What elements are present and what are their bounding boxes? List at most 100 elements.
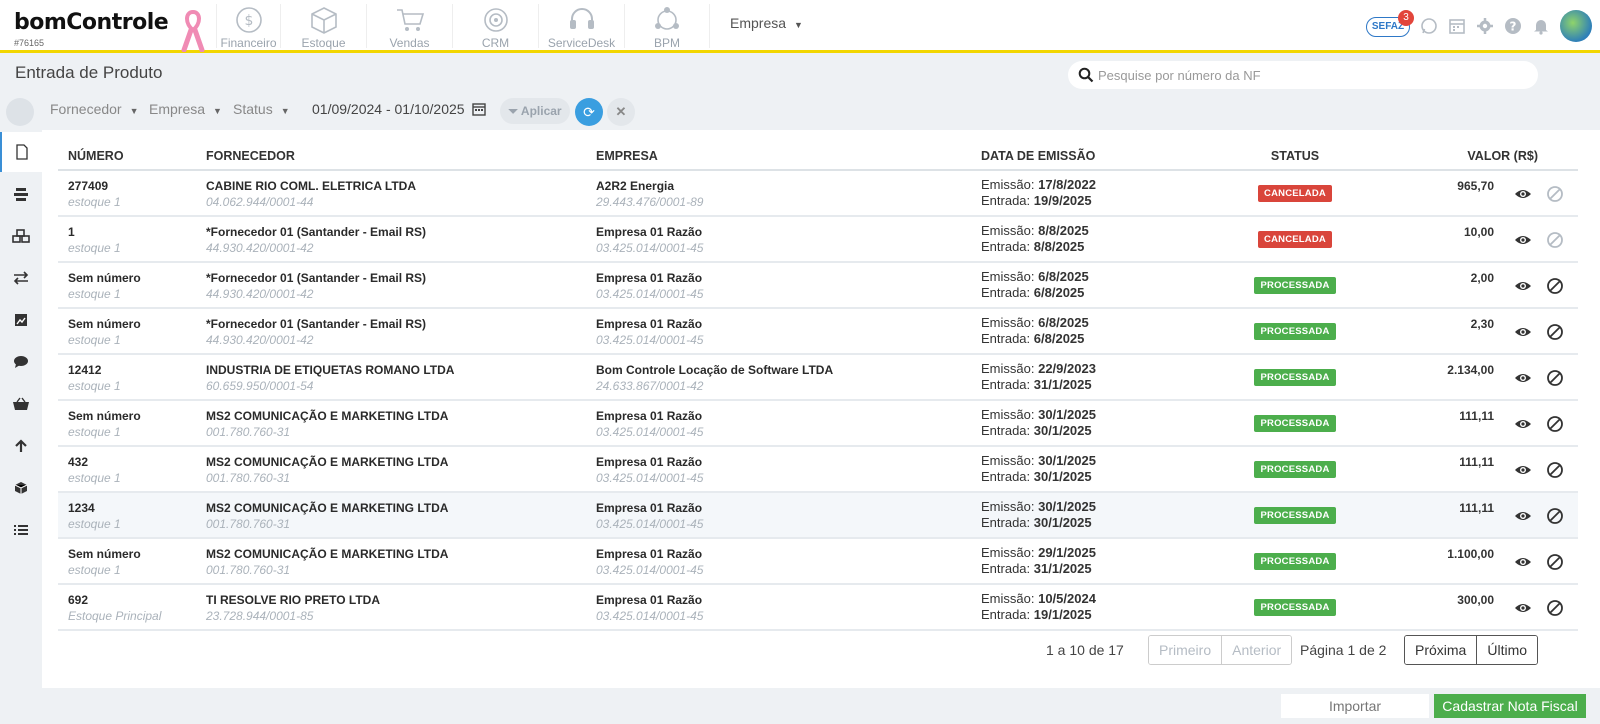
table-row[interactable]: 1 estoque 1 *Fornecedor 01 (Santander - Em… — [58, 216, 1578, 263]
search-icon — [1078, 67, 1094, 83]
sidebar-item-package[interactable] — [0, 468, 42, 508]
cancel-ban-icon[interactable] — [1546, 185, 1564, 203]
date-range-picker[interactable]: 01/09/2024 - 01/10/2025 — [312, 101, 487, 117]
entry-date-label: Entrada: — [981, 285, 1031, 300]
header-data-emissao[interactable]: DATA DE EMISSÃO — [971, 142, 1221, 171]
nav-estoque[interactable]: Estoque — [280, 4, 366, 50]
header-numero[interactable]: NÚMERO — [58, 142, 196, 171]
table-row[interactable]: Sem número estoque 1 MS2 COMUNICAÇÃO E MAR… — [58, 538, 1578, 585]
refresh-button[interactable]: ⟳ — [575, 98, 603, 126]
page-indicator: Página 1 de 2 — [1300, 642, 1387, 658]
gear-icon[interactable] — [1476, 17, 1494, 35]
view-eye-icon[interactable] — [1514, 461, 1532, 479]
view-eye-icon[interactable] — [1514, 369, 1532, 387]
sidebar-item-upload[interactable] — [0, 426, 42, 466]
header-empresa[interactable]: EMPRESA — [586, 142, 971, 171]
view-eye-icon[interactable] — [1514, 185, 1532, 203]
cancel-ban-icon[interactable] — [1546, 553, 1564, 571]
view-eye-icon[interactable] — [1514, 599, 1532, 617]
status-badge: PROCESSADA — [1254, 368, 1336, 386]
invoice-value: 111,11 — [1459, 501, 1494, 515]
apply-filter-button[interactable]: ⏷ Aplicar — [500, 98, 570, 124]
first-page-button[interactable]: Primeiro — [1149, 636, 1222, 664]
clear-filter-button[interactable]: ✕ — [607, 98, 635, 126]
issue-date-label: Emissão: — [981, 177, 1035, 192]
cancel-ban-icon[interactable] — [1546, 231, 1564, 249]
nf-search-box[interactable] — [1068, 61, 1538, 89]
issue-date: 6/8/2025 — [1038, 269, 1089, 284]
invoice-value: 2,30 — [1470, 317, 1494, 331]
table-row[interactable]: 277409 estoque 1 CABINE RIO COML. ELETRICA… — [58, 170, 1578, 217]
cell-valor: 111,11 — [1369, 400, 1504, 447]
import-button[interactable]: Importar — [1281, 694, 1429, 718]
view-eye-icon[interactable] — [1514, 231, 1532, 249]
nav-vendas[interactable]: Vendas — [366, 4, 452, 50]
last-page-button[interactable]: Último — [1476, 636, 1538, 664]
table-row[interactable]: 1234 estoque 1 MS2 COMUNICAÇÃO E MARKETING… — [58, 492, 1578, 539]
cell-datas: Emissão: 6/8/2025 Entrada: 6/8/2025 — [971, 308, 1221, 355]
header-fornecedor[interactable]: FORNECEDOR — [196, 142, 586, 171]
cancel-ban-icon[interactable] — [1546, 277, 1564, 295]
cancel-ban-icon[interactable] — [1546, 507, 1564, 525]
sidebar-item-chat[interactable] — [0, 342, 42, 382]
whatsapp-icon[interactable] — [1420, 17, 1438, 35]
sidebar-item-cubes[interactable] — [0, 216, 42, 256]
table-row[interactable]: Sem número estoque 1 *Fornecedor 01 (Santa… — [58, 262, 1578, 309]
sidebar-item-document[interactable] — [0, 132, 42, 172]
issue-date-label: Emissão: — [981, 269, 1035, 284]
status-badge: PROCESSADA — [1254, 598, 1336, 616]
issue-date-line: Emissão: 6/8/2025 — [981, 315, 1211, 331]
sefaz-button[interactable]: SEFAZ 3 — [1366, 10, 1414, 39]
help-icon[interactable]: ? — [1504, 17, 1522, 35]
nav-bpm[interactable]: BPM — [624, 4, 710, 50]
header-status[interactable]: STATUS — [1221, 142, 1369, 171]
supplier-doc: 60.659.950/0001-54 — [206, 379, 314, 393]
cancel-ban-icon[interactable] — [1546, 599, 1564, 617]
bell-icon[interactable] — [1532, 17, 1550, 35]
cell-actions — [1504, 262, 1578, 309]
create-invoice-button[interactable]: Cadastrar Nota Fiscal — [1434, 694, 1586, 718]
view-eye-icon[interactable] — [1514, 553, 1532, 571]
supplier-doc: 04.062.944/0001-44 — [206, 195, 314, 209]
table-row[interactable]: Sem número estoque 1 MS2 COMUNICAÇÃO E MAR… — [58, 400, 1578, 447]
empresa-dropdown[interactable]: Empresa ▼ — [730, 15, 803, 31]
sidebar-item-layers[interactable] — [0, 174, 42, 214]
view-eye-icon[interactable] — [1514, 415, 1532, 433]
table-row[interactable]: 432 estoque 1 MS2 COMUNICAÇÃO E MARKETING … — [58, 446, 1578, 493]
table-row[interactable]: 12412 estoque 1 INDUSTRIA DE ETIQUETAS ROM… — [58, 354, 1578, 401]
cell-valor: 1.100,00 — [1369, 538, 1504, 585]
prev-page-button[interactable]: Anterior — [1221, 636, 1292, 664]
header-valor[interactable]: VALOR (R$) — [1369, 142, 1578, 171]
issue-date: 10/5/2024 — [1038, 591, 1096, 606]
sidebar-item-list[interactable] — [0, 510, 42, 550]
nav-servicedesk[interactable]: ServiceDesk — [538, 4, 624, 50]
cancel-ban-icon[interactable] — [1546, 461, 1564, 479]
user-avatar[interactable] — [1560, 10, 1592, 42]
nf-search-input[interactable] — [1098, 65, 1518, 85]
back-button[interactable] — [6, 98, 34, 126]
cancel-ban-icon[interactable] — [1546, 415, 1564, 433]
cancel-ban-icon[interactable] — [1546, 323, 1564, 341]
close-icon: ✕ — [615, 104, 627, 119]
sidebar-item-image[interactable] — [0, 300, 42, 340]
table-row[interactable]: Sem número estoque 1 *Fornecedor 01 (Santa… — [58, 308, 1578, 355]
view-eye-icon[interactable] — [1514, 323, 1532, 341]
table-row[interactable]: 692 Estoque Principal TI RESOLVE RIO PRETO… — [58, 584, 1578, 631]
nav-financeiro[interactable]: $ Financeiro — [216, 4, 280, 50]
next-page-button[interactable]: Próxima — [1405, 636, 1477, 664]
view-eye-icon[interactable] — [1514, 507, 1532, 525]
supplier-name: TI RESOLVE RIO PRETO LTDA — [206, 593, 381, 607]
status-filter[interactable]: Status ▼ — [233, 101, 290, 117]
sidebar-item-basket[interactable] — [0, 384, 42, 424]
supplier-doc: 23.728.944/0001-85 — [206, 609, 314, 623]
nav-crm[interactable]: CRM — [452, 4, 538, 50]
company-doc: 03.425.014/0001-45 — [596, 241, 704, 255]
cell-numero: 277409 estoque 1 — [58, 170, 196, 217]
view-eye-icon[interactable] — [1514, 277, 1532, 295]
sidebar-item-transfer[interactable] — [0, 258, 42, 298]
cancel-ban-icon[interactable] — [1546, 369, 1564, 387]
app-logo[interactable]: bomControle — [14, 10, 169, 35]
fornecedor-filter[interactable]: Fornecedor ▼ — [50, 101, 139, 117]
empresa-filter[interactable]: Empresa ▼ — [149, 101, 222, 117]
calendar-icon[interactable] — [1448, 17, 1466, 35]
